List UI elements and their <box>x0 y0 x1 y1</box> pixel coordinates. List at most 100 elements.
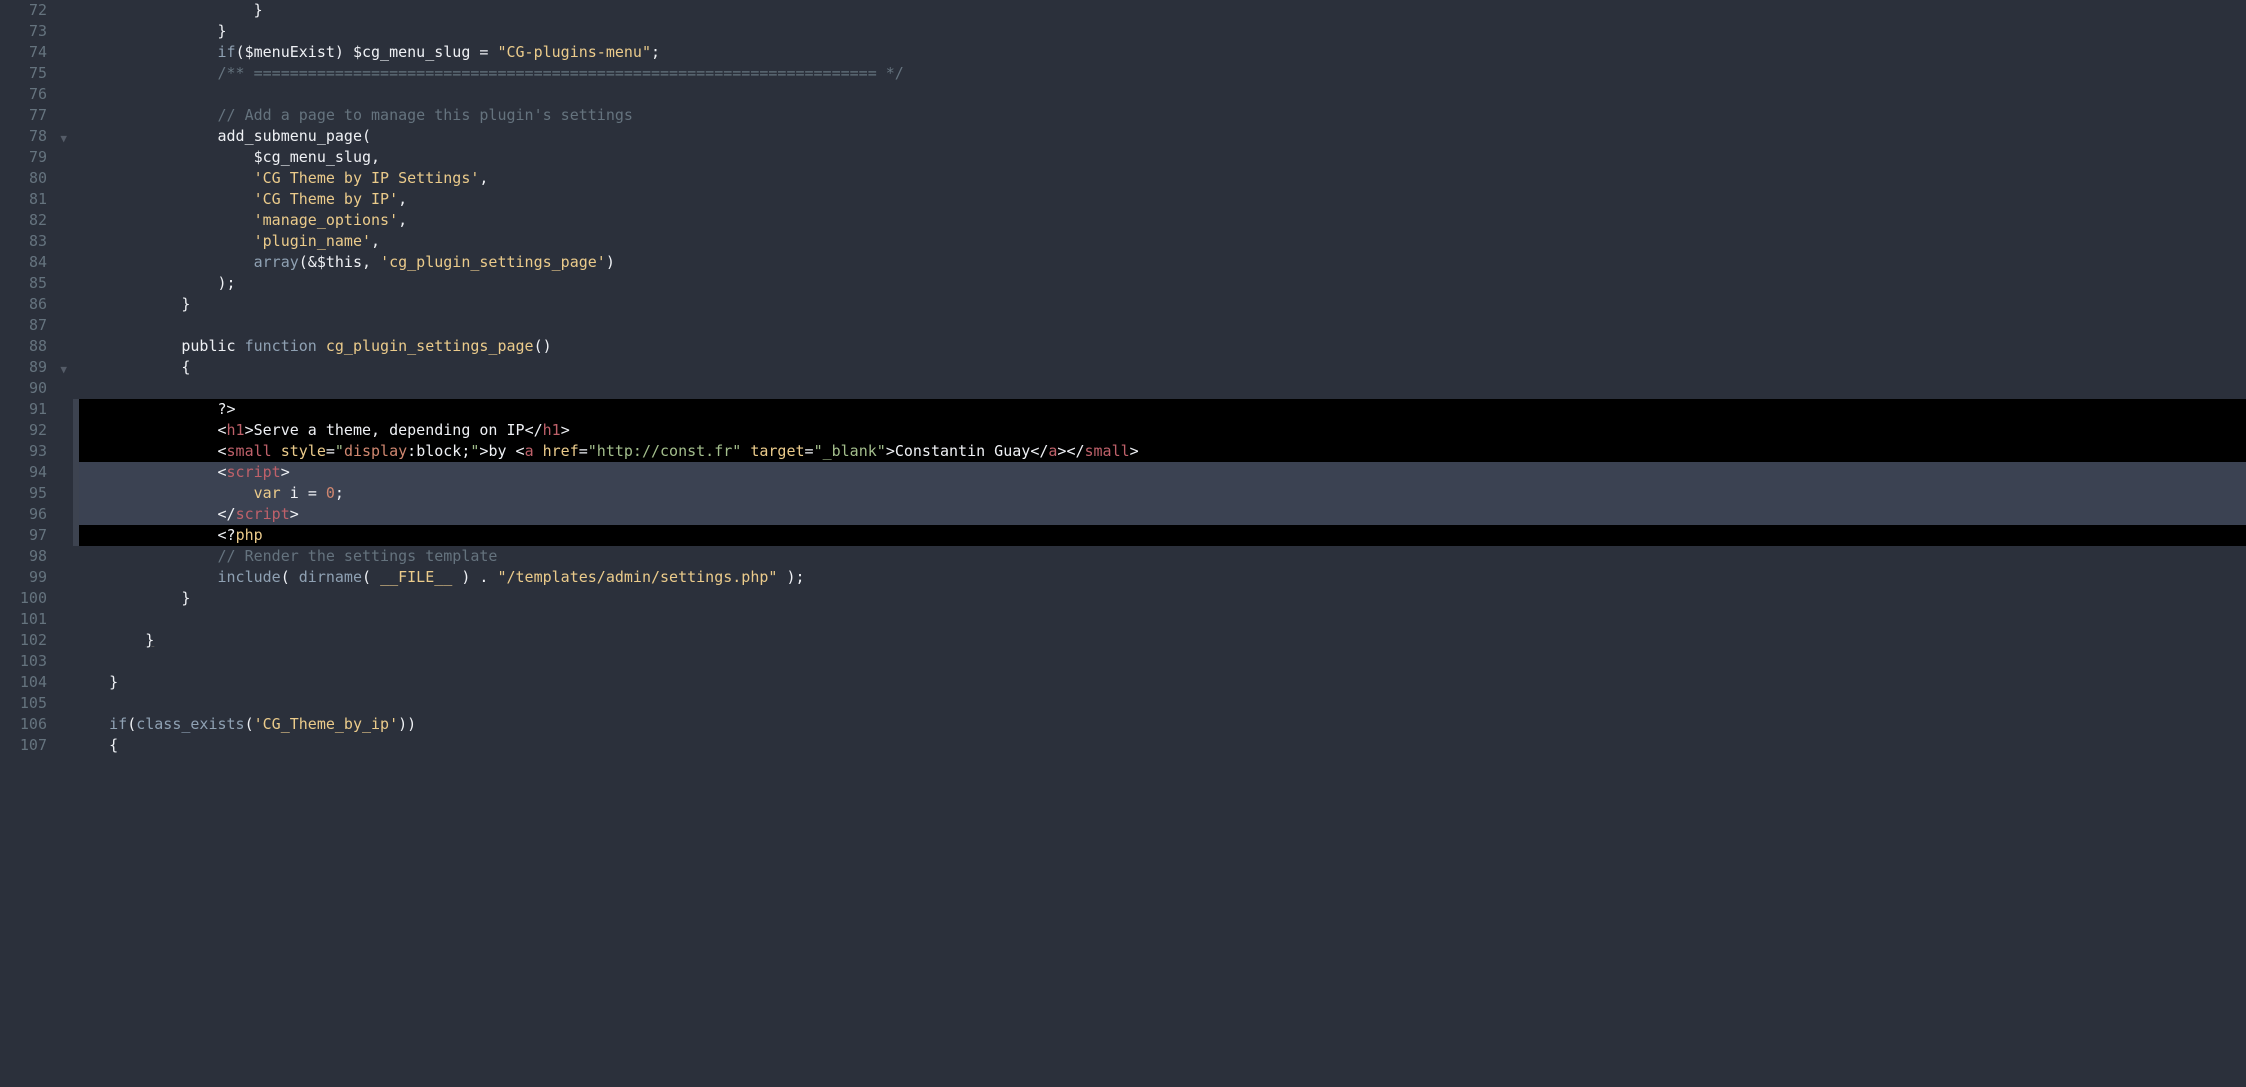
code-line-text: include( dirname( __FILE__ ) . "/templat… <box>73 568 805 586</box>
code-line-text: } <box>73 1 263 19</box>
code-line[interactable]: <?php <box>73 525 2246 546</box>
line-number[interactable]: 86 <box>0 294 73 315</box>
code-line[interactable]: 'CG Theme by IP', <box>73 189 2246 210</box>
fold-marker-icon[interactable]: ▼ <box>60 128 67 149</box>
code-editor[interactable]: 72737475767778▼7980818283848586878889▼90… <box>0 0 2246 1087</box>
code-line[interactable]: </script> <box>73 504 2246 525</box>
code-line[interactable]: } <box>73 672 2246 693</box>
line-number[interactable]: 90 <box>0 378 73 399</box>
code-line[interactable]: <small style="display:block;">by <a href… <box>73 441 2246 462</box>
code-line-text: 'plugin_name', <box>73 232 380 250</box>
code-line-text: public function cg_plugin_settings_page(… <box>73 337 552 355</box>
line-number[interactable]: 77 <box>0 105 73 126</box>
code-line-text: } <box>73 631 154 649</box>
line-number[interactable]: 78▼ <box>0 126 73 147</box>
line-number[interactable]: 73 <box>0 21 73 42</box>
code-line[interactable]: 'CG Theme by IP Settings', <box>73 168 2246 189</box>
code-line[interactable] <box>73 693 2246 714</box>
line-number[interactable]: 95 <box>0 483 73 504</box>
line-number[interactable]: 100 <box>0 588 73 609</box>
line-number[interactable]: 89▼ <box>0 357 73 378</box>
code-line-text: { <box>73 736 118 754</box>
line-number[interactable]: 88 <box>0 336 73 357</box>
line-number[interactable]: 98 <box>0 546 73 567</box>
code-line[interactable]: <h1>Serve a theme, depending on IP</h1> <box>73 420 2246 441</box>
code-line-text: } <box>73 295 190 313</box>
line-number[interactable]: 96 <box>0 504 73 525</box>
line-number[interactable]: 80 <box>0 168 73 189</box>
code-line-text: <?php <box>73 526 263 544</box>
line-number[interactable]: 84 <box>0 252 73 273</box>
line-number[interactable]: 101 <box>0 609 73 630</box>
code-line-text: ?> <box>73 400 236 418</box>
line-number[interactable]: 104 <box>0 672 73 693</box>
code-line-text: if($menuExist) $cg_menu_slug = "CG-plugi… <box>73 43 660 61</box>
code-line[interactable]: include( dirname( __FILE__ ) . "/templat… <box>73 567 2246 588</box>
code-line[interactable]: array(&$this, 'cg_plugin_settings_page') <box>73 252 2246 273</box>
code-line[interactable]: } <box>73 630 2246 651</box>
code-line[interactable]: var i = 0; <box>73 483 2246 504</box>
line-number[interactable]: 94 <box>0 462 73 483</box>
line-number[interactable]: 85 <box>0 273 73 294</box>
code-line[interactable]: add_submenu_page( <box>73 126 2246 147</box>
code-line-text: 'manage_options', <box>73 211 407 229</box>
code-line[interactable]: } <box>73 588 2246 609</box>
line-number[interactable]: 79 <box>0 147 73 168</box>
line-number[interactable]: 87 <box>0 315 73 336</box>
line-number[interactable]: 74 <box>0 42 73 63</box>
line-number[interactable]: 102 <box>0 630 73 651</box>
code-area[interactable]: } } if($menuExist) $cg_menu_slug = "CG-p… <box>73 0 2246 1087</box>
code-line-text: <script> <box>73 463 290 481</box>
line-number[interactable]: 76 <box>0 84 73 105</box>
code-line[interactable]: // Add a page to manage this plugin's se… <box>73 105 2246 126</box>
code-line[interactable]: { <box>73 735 2246 756</box>
line-number[interactable]: 105 <box>0 693 73 714</box>
line-number[interactable]: 81 <box>0 189 73 210</box>
code-line[interactable]: // Render the settings template <box>73 546 2246 567</box>
code-line-text: add_submenu_page( <box>73 127 371 145</box>
code-line[interactable]: $cg_menu_slug, <box>73 147 2246 168</box>
line-number[interactable]: 103 <box>0 651 73 672</box>
line-number[interactable]: 83 <box>0 231 73 252</box>
code-line-text: // Render the settings template <box>73 547 497 565</box>
line-number[interactable]: 99 <box>0 567 73 588</box>
code-line-text: } <box>73 22 227 40</box>
line-number[interactable]: 93 <box>0 441 73 462</box>
line-number[interactable]: 97 <box>0 525 73 546</box>
code-line[interactable]: } <box>73 21 2246 42</box>
code-line-text: } <box>73 673 118 691</box>
line-number[interactable]: 72 <box>0 0 73 21</box>
line-number[interactable]: 92 <box>0 420 73 441</box>
code-line-text: array(&$this, 'cg_plugin_settings_page') <box>73 253 615 271</box>
code-line[interactable]: 'plugin_name', <box>73 231 2246 252</box>
code-line-text: $cg_menu_slug, <box>73 148 380 166</box>
code-line[interactable]: { <box>73 357 2246 378</box>
line-number[interactable]: 82 <box>0 210 73 231</box>
line-number[interactable]: 75 <box>0 63 73 84</box>
fold-marker-icon[interactable]: ▼ <box>60 359 67 380</box>
code-line[interactable]: public function cg_plugin_settings_page(… <box>73 336 2246 357</box>
code-line[interactable]: <script> <box>73 462 2246 483</box>
code-line-text: 'CG Theme by IP Settings', <box>73 169 488 187</box>
code-line[interactable]: if($menuExist) $cg_menu_slug = "CG-plugi… <box>73 42 2246 63</box>
code-line[interactable] <box>73 315 2246 336</box>
code-line[interactable]: ?> <box>73 399 2246 420</box>
code-line[interactable] <box>73 84 2246 105</box>
line-number-gutter[interactable]: 72737475767778▼7980818283848586878889▼90… <box>0 0 73 1087</box>
code-line-text: 'CG Theme by IP', <box>73 190 407 208</box>
code-line-text: </script> <box>73 505 299 523</box>
code-line[interactable]: ); <box>73 273 2246 294</box>
code-line[interactable]: /** ====================================… <box>73 63 2246 84</box>
line-number[interactable]: 91 <box>0 399 73 420</box>
line-number[interactable]: 107 <box>0 735 73 756</box>
line-number[interactable]: 106 <box>0 714 73 735</box>
code-line[interactable]: } <box>73 0 2246 21</box>
code-line[interactable] <box>73 609 2246 630</box>
code-line[interactable]: 'manage_options', <box>73 210 2246 231</box>
code-line-text: if(class_exists('CG_Theme_by_ip')) <box>73 715 416 733</box>
code-line[interactable] <box>73 651 2246 672</box>
code-line[interactable]: } <box>73 294 2246 315</box>
code-line[interactable]: if(class_exists('CG_Theme_by_ip')) <box>73 714 2246 735</box>
code-line-text: var i = 0; <box>73 484 344 502</box>
code-line[interactable] <box>73 378 2246 399</box>
